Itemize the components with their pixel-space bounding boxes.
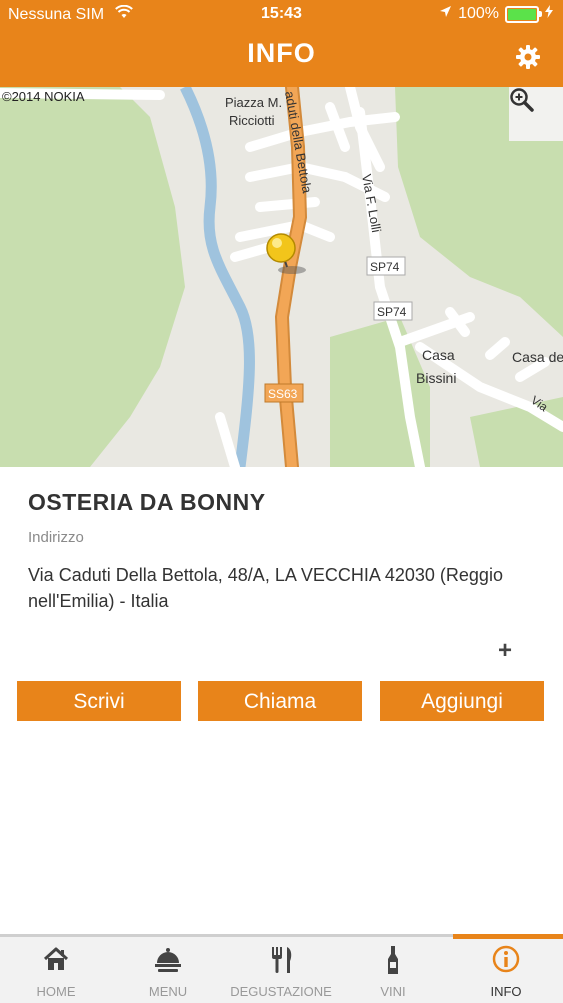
top-bar: Nessuna SIM 15:43 100% INFO xyxy=(0,0,563,87)
write-button[interactable]: Scrivi xyxy=(17,681,181,721)
map-label-sp74-2: SP74 xyxy=(377,305,407,319)
battery-percent: 100% xyxy=(458,5,499,22)
tab-menu[interactable]: MENU xyxy=(112,937,224,1003)
tab-info[interactable]: INFO xyxy=(450,937,562,1003)
tab-vini[interactable]: VINI xyxy=(337,937,449,1003)
wine-bottle-icon xyxy=(337,945,449,975)
tab-home[interactable]: HOME xyxy=(0,937,112,1003)
map-label-sp74-1: SP74 xyxy=(370,260,400,274)
status-bar: Nessuna SIM 15:43 100% xyxy=(0,0,563,30)
tab-degustazione[interactable]: DEGUSTAZIONE xyxy=(225,937,337,1003)
tab-bar: HOME MENU DEGUSTAZIONE VINI INFO xyxy=(0,934,563,1003)
map-label-ss63: SS63 xyxy=(268,387,298,401)
info-icon xyxy=(450,945,562,975)
map-label-casa-1: Casa xyxy=(422,347,455,363)
location-arrow-icon xyxy=(439,5,452,23)
add-button[interactable]: Aggiungi xyxy=(380,681,544,721)
battery-icon xyxy=(505,5,542,23)
address-label: Indirizzo xyxy=(28,529,84,546)
tab-label-info: INFO xyxy=(490,984,522,999)
tab-label-vini: VINI xyxy=(380,984,406,999)
tab-label-home: HOME xyxy=(36,984,76,999)
map-canvas: Piazza M. Ricciotti aduti della Bettola … xyxy=(0,87,563,467)
gear-icon[interactable] xyxy=(515,44,541,70)
map-label-bissini: Bissini xyxy=(416,370,456,386)
fork-knife-icon xyxy=(225,945,337,975)
map-label-piazza: Piazza M. xyxy=(225,95,282,110)
more-button[interactable]: + xyxy=(498,637,512,665)
home-icon xyxy=(0,945,112,975)
cloche-icon xyxy=(112,945,224,975)
tab-label-menu: MENU xyxy=(148,984,188,999)
place-name: OSTERIA DA BONNY xyxy=(28,489,266,515)
charging-bolt-icon xyxy=(545,5,553,23)
call-button[interactable]: Chiama xyxy=(198,681,362,721)
map-view[interactable]: Piazza M. Ricciotti aduti della Bettola … xyxy=(0,87,563,467)
status-right: 100% xyxy=(439,5,553,23)
map-label-casa-2: Casa de xyxy=(512,349,563,365)
map-zoom-button[interactable] xyxy=(509,87,563,141)
map-label-ricciotti: Ricciotti xyxy=(229,113,275,128)
page-title: INFO xyxy=(247,38,316,68)
tab-label-degustazione: DEGUSTAZIONE xyxy=(230,984,332,999)
address-text: Via Caduti Della Bettola, 48/A, LA VECCH… xyxy=(28,565,503,611)
map-copyright: ©2014 NOKIA xyxy=(2,89,85,104)
